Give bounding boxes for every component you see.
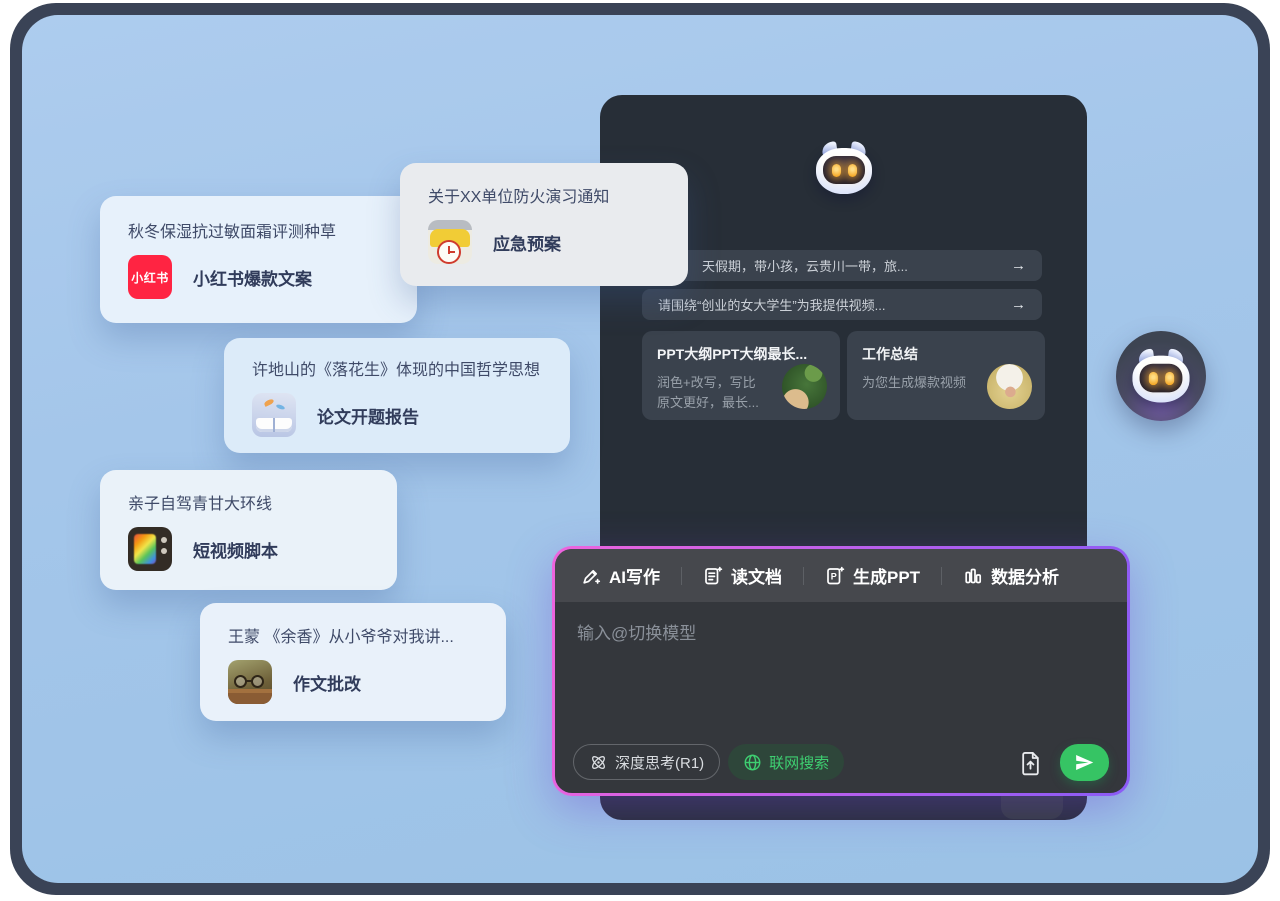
quick-card-title: 秋冬保湿抗过敏面霜评测种草	[128, 218, 389, 242]
quick-card-label: 作文批改	[293, 670, 361, 695]
atom-icon	[589, 753, 608, 772]
suggestion-row[interactable]: 天假期，带小孩，云贵川一带，旅... →	[642, 250, 1042, 281]
baby-hat-avatar	[987, 364, 1032, 409]
web-search-label: 联网搜索	[769, 752, 829, 773]
glasses-on-book-icon	[228, 660, 272, 704]
deep-think-label: 深度思考(R1)	[615, 752, 704, 773]
tab-label: AI写作	[609, 563, 660, 588]
tab-label: 生成PPT	[853, 563, 920, 588]
quick-card-short-video-script[interactable]: 亲子自驾青甘大环线 短视频脚本	[100, 470, 397, 590]
quick-card-title: 亲子自驾青甘大环线	[128, 490, 369, 514]
tab-ai-writing[interactable]: AI写作	[581, 563, 660, 588]
quick-card-label: 论文开题报告	[317, 403, 419, 428]
ppt-doc-icon: P	[825, 566, 845, 586]
tab-read-doc[interactable]: 读文档	[703, 563, 782, 588]
deep-think-toggle[interactable]: 深度思考(R1)	[573, 744, 720, 780]
prompt-card-work-summary[interactable]: 工作总结 为您生成爆款视频	[847, 331, 1045, 420]
suggestion-text: 请围绕“创业的女大学生”为我提供视频...	[658, 295, 1001, 314]
assistant-launcher-badge[interactable]	[1116, 331, 1206, 421]
web-search-toggle[interactable]: 联网搜索	[728, 744, 844, 780]
xiaohongshu-logo-icon: 小红书	[128, 255, 172, 299]
send-button[interactable]	[1060, 744, 1109, 781]
prompt-card-title: 工作总结	[862, 344, 1030, 364]
svg-text:P: P	[831, 571, 837, 581]
tab-label: 读文档	[731, 563, 782, 588]
app-window: 美好的一天开始啦！！！ 天假期，带小孩，云贵川一带，旅... → 请围绕“创业的…	[0, 0, 1280, 901]
composer-footer: 深度思考(R1) 联网搜索	[555, 731, 1127, 793]
tab-divider	[803, 567, 804, 585]
prompt-card-ppt-outline[interactable]: PPT大纲PPT大纲最长... 润色+改写，写比 原文更好，最长...	[642, 331, 840, 420]
send-plane-icon	[1074, 752, 1095, 773]
fire-drill-clock-icon	[428, 220, 472, 264]
globe-icon	[743, 753, 762, 772]
open-book-icon	[252, 393, 296, 437]
bar-chart-icon	[963, 566, 983, 586]
quick-card-xiaohongshu[interactable]: 秋冬保湿抗过敏面霜评测种草 小红书 小红书爆款文案	[100, 196, 417, 323]
arrow-right-icon: →	[1011, 296, 1026, 313]
arrow-right-icon: →	[1011, 257, 1026, 274]
composer-panel: AI写作 读文档 P 生成PPT	[552, 546, 1130, 796]
suggestion-text: 天假期，带小孩，云贵川一带，旅...	[702, 256, 1001, 275]
composer-tab-bar: AI写作 读文档 P 生成PPT	[555, 549, 1127, 602]
pen-sparkle-icon	[581, 566, 601, 586]
tab-divider	[681, 567, 682, 585]
prompt-input[interactable]	[555, 602, 1127, 731]
quick-card-essay-review[interactable]: 王蒙 《余香》从小爷爷对我讲... 作文批改	[200, 603, 506, 721]
robot-mascot-icon	[1132, 349, 1189, 402]
tab-label: 数据分析	[991, 563, 1059, 588]
quick-card-title: 王蒙 《余香》从小爷爷对我讲...	[228, 623, 478, 647]
quick-card-title: 关于XX单位防火演习通知	[428, 183, 660, 207]
tab-data-analysis[interactable]: 数据分析	[963, 563, 1059, 588]
retro-tv-icon	[128, 527, 172, 571]
tab-divider	[941, 567, 942, 585]
quick-card-label: 小红书爆款文案	[193, 265, 312, 290]
upload-file-button[interactable]	[1014, 746, 1046, 778]
prompt-card-title: PPT大纲PPT大纲最长...	[657, 344, 825, 364]
quick-card-thesis-proposal[interactable]: 许地山的《落花生》体现的中国哲学思想 论文开题报告	[224, 338, 570, 453]
tab-generate-ppt[interactable]: P 生成PPT	[825, 563, 920, 588]
quick-card-label: 应急预案	[493, 230, 561, 255]
quick-card-emergency-plan[interactable]: 关于XX单位防火演习通知 应急预案	[400, 163, 688, 286]
upload-file-icon	[1017, 749, 1044, 776]
suggestion-row[interactable]: 请围绕“创业的女大学生”为我提供视频... →	[642, 289, 1042, 320]
robot-mascot-icon	[816, 142, 872, 194]
doc-sparkle-icon	[703, 566, 723, 586]
quick-card-label: 短视频脚本	[193, 537, 278, 562]
quick-card-title: 许地山的《落花生》体现的中国哲学思想	[252, 356, 542, 380]
plant-person-avatar	[782, 364, 827, 409]
